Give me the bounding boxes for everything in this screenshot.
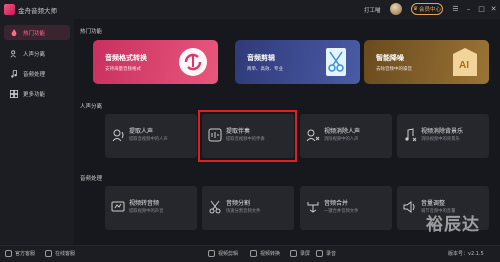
fire-icon bbox=[11, 28, 17, 36]
voice-icon bbox=[10, 49, 16, 57]
sidebar-item-label: 音频处理 bbox=[23, 71, 46, 78]
tool-subtitle: 快速分割音频文件 bbox=[226, 209, 261, 214]
feature-card-audio-edit[interactable]: 音频剪辑 简单、高效、专业 bbox=[235, 40, 360, 84]
tool-title: 视频转音频 bbox=[129, 200, 160, 207]
watermark: 裕辰达 bbox=[426, 215, 480, 235]
vocal-extract-icon bbox=[112, 129, 124, 142]
video-edit-link[interactable]: 视频剪辑 bbox=[208, 250, 238, 257]
bottom-label: 录音 bbox=[326, 251, 337, 257]
vip-center-button[interactable]: ♛ 会员中心 bbox=[411, 3, 443, 15]
ai-denoise-icon: AI bbox=[453, 48, 477, 76]
bottom-label: 视频转换 bbox=[260, 251, 281, 257]
tool-title: 音频分割 bbox=[226, 200, 251, 207]
video-to-audio-icon bbox=[111, 201, 125, 212]
version-label: 版本号：v2.1.5 bbox=[448, 251, 484, 257]
app-title: 金舟音频大师 bbox=[18, 7, 57, 15]
tool-title: 音频合并 bbox=[324, 200, 349, 207]
bottom-label: 官方客服 bbox=[15, 251, 36, 257]
record-icon bbox=[290, 250, 297, 257]
sidebar-item-vocal[interactable]: 人声分离 bbox=[4, 46, 70, 61]
scissors-icon bbox=[209, 200, 221, 214]
online-service-button[interactable]: 在线客服 bbox=[45, 250, 75, 257]
menu-icon[interactable]: ☰ bbox=[450, 3, 461, 15]
feature-card-format-convert[interactable]: 音频格式转换 支持海量音频格式 bbox=[93, 40, 218, 84]
convert-icon bbox=[179, 48, 207, 76]
tool-subtitle: 消除视频中的人声 bbox=[324, 137, 359, 142]
music-note-icon bbox=[11, 69, 17, 78]
bottom-bar: 官方客服 在线客服 视频剪辑 视频转换 录屏 录音 版本号：v2.1.5 bbox=[0, 245, 500, 262]
scissors-doc-icon bbox=[326, 48, 346, 76]
tool-card-extract-vocal[interactable]: 提取人声 提取音视频中的人声 bbox=[105, 114, 197, 158]
video-convert-link[interactable]: 视频转换 bbox=[250, 250, 280, 257]
tool-card-video-to-audio[interactable]: 视频转音频 提取视频中的声音 bbox=[105, 186, 197, 230]
tool-subtitle: 提取视频中的声音 bbox=[129, 209, 164, 214]
feature-subtitle: 支持海量音频格式 bbox=[105, 67, 141, 72]
tool-card-remove-vocal[interactable]: 视频消除人声 消除视频中的人声 bbox=[300, 114, 392, 158]
tool-card-remove-bgm[interactable]: 视频消除背景乐 消除视频中的背景乐 bbox=[397, 114, 489, 158]
close-icon[interactable]: ✕ bbox=[488, 3, 499, 15]
feature-title: 智能降噪 bbox=[376, 54, 404, 62]
tool-subtitle: 一键合并音频文件 bbox=[324, 209, 359, 214]
tool-subtitle: 提取音视频中的人声 bbox=[129, 137, 168, 142]
section-title-vocal: 人声分离 bbox=[80, 104, 103, 110]
record-audio-link[interactable]: 录音 bbox=[316, 250, 336, 257]
feature-subtitle: 简单、高效、专业 bbox=[247, 67, 283, 72]
feature-title: 音频格式转换 bbox=[105, 54, 147, 62]
sidebar: 热门功能 人声分离 音频处理 更多功能 bbox=[0, 19, 74, 245]
mic-icon bbox=[316, 250, 323, 257]
volume-icon bbox=[403, 201, 415, 213]
app-logo bbox=[4, 4, 15, 15]
sidebar-item-audio[interactable]: 音频处理 bbox=[4, 66, 70, 81]
vip-center-label: 会员中心 bbox=[418, 7, 441, 13]
minimize-icon[interactable]: – bbox=[463, 3, 474, 15]
sidebar-item-label: 人声分离 bbox=[23, 51, 46, 58]
tool-card-audio-split[interactable]: 音频分割 快速分割音频文件 bbox=[202, 186, 294, 230]
bottom-label: 视频剪辑 bbox=[218, 251, 239, 257]
tool-title: 视频消除背景乐 bbox=[421, 128, 464, 135]
sidebar-item-more[interactable]: 更多功能 bbox=[4, 86, 70, 101]
tool-title: 音量调整 bbox=[421, 200, 446, 207]
remove-vocal-icon bbox=[306, 129, 320, 142]
section-title-hot: 热门功能 bbox=[80, 29, 103, 35]
avatar[interactable] bbox=[390, 3, 402, 15]
bottom-label: 录屏 bbox=[300, 251, 311, 257]
video-edit-icon bbox=[208, 250, 215, 257]
feature-title: 音频剪辑 bbox=[247, 54, 275, 62]
feature-subtitle: 去除音频中的噪音 bbox=[376, 67, 412, 72]
merge-icon bbox=[307, 202, 319, 213]
bottom-label: 在线客服 bbox=[55, 251, 76, 257]
svg-text:AI: AI bbox=[459, 60, 469, 71]
sidebar-item-hot[interactable]: 热门功能 bbox=[4, 25, 70, 40]
section-title-audio: 音频处理 bbox=[80, 176, 103, 182]
grid-icon bbox=[10, 89, 18, 98]
tool-title: 视频消除人声 bbox=[324, 128, 361, 135]
record-screen-link[interactable]: 录屏 bbox=[290, 250, 310, 257]
sidebar-item-label: 更多功能 bbox=[23, 91, 46, 98]
tool-title: 提取人声 bbox=[129, 128, 154, 135]
feature-card-denoise[interactable]: 智能降噪 去除音频中的噪音 AI bbox=[364, 40, 489, 84]
chat-icon bbox=[45, 250, 52, 257]
selection-highlight bbox=[198, 110, 297, 162]
title-bar: 金舟音频大师 打工喵 ♛ 会员中心 ☰ – □ ✕ bbox=[0, 0, 500, 19]
tool-subtitle: 消除视频中的背景乐 bbox=[421, 137, 460, 142]
user-name[interactable]: 打工喵 bbox=[364, 6, 381, 14]
maximize-icon[interactable]: □ bbox=[476, 3, 487, 15]
sidebar-item-label: 热门功能 bbox=[23, 30, 46, 37]
remove-bgm-icon bbox=[405, 128, 417, 142]
crown-icon: ♛ bbox=[413, 6, 418, 12]
official-service-button[interactable]: 官方客服 bbox=[5, 250, 35, 257]
video-convert-icon bbox=[250, 250, 257, 257]
tool-card-audio-merge[interactable]: 音频合并 一键合并音频文件 bbox=[300, 186, 392, 230]
headset-icon bbox=[5, 250, 12, 257]
